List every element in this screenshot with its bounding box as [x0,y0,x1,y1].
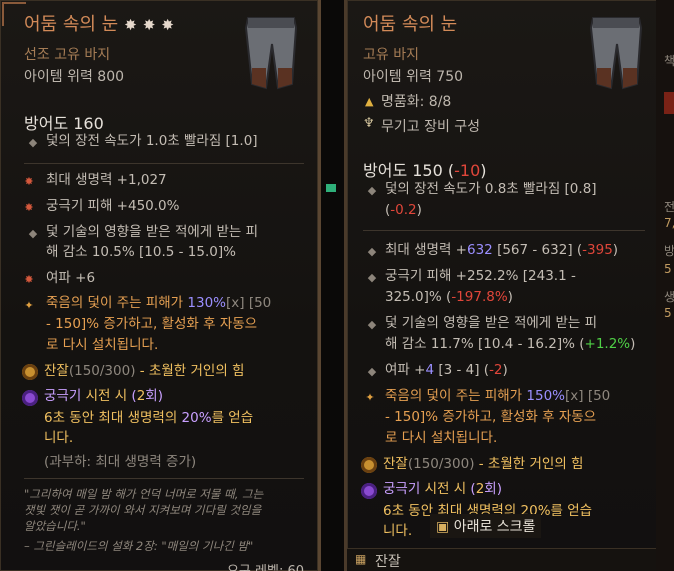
bullet-icon: ◆ [367,365,377,378]
rune-effect: 니다. [383,523,413,539]
pants-icon [244,17,298,90]
mouse-icon: ▣ [436,519,450,535]
bullet-icon: ◆ [28,227,38,240]
edge-marker [664,92,674,114]
affix-line: 325.0]% (-197.8%) [385,289,513,305]
implicit-affix: (-0.2) [385,202,422,218]
frame-corner [2,2,26,26]
unique-power: 죽음의 덫이 주는 피해가 150%[x] [50 [385,388,611,404]
affix-line: 최대 생명력 +632 [567 - 632] (-395) [385,242,619,258]
footer-label: 잔잘 [375,554,401,570]
implicit-affix: 덫의 장전 속도가 0.8초 빨라짐 [0.8] [385,181,597,197]
rune-socket-icon [361,457,377,473]
flavor-text: 잿빛 잿이 곧 가까이 와서 지켜보며 기다릴 것임을 [24,503,262,517]
star-icon: ✸ [124,16,137,34]
affix-line: 해 감소 10.5% [10.5 - 15.0]% [46,244,236,260]
panel-gap [320,0,342,571]
flavor-text: "그리하여 매일 밤 해가 언덕 너머로 저물 때, 그는 [24,487,264,501]
bullet-icon: ✸ [24,201,34,214]
side-panel-edge: 책 전 7, 방 5 생 5 [656,0,674,571]
rune-line: 잔잘(150/300) - 초월한 거인의 힘 [44,363,245,379]
edge-text: 책 [664,54,674,68]
item-name: 어둠 속의 눈 ✸ ✸ ✸ [24,14,174,35]
edge-text: 5 [664,262,672,276]
flavor-text: 알았습니다." [24,519,86,533]
bullet-icon: ✸ [24,175,34,188]
unique-bullet-icon: ✦ [365,391,375,404]
rune-effect: 니다. [44,430,74,446]
masterwork-icon: ▲ [365,95,374,108]
rune-effect: 6초 동안 최대 생명력의 20%를 얻습 [44,410,254,426]
required-level: 요구 레벨: 60 [227,560,304,571]
affix-line: 최대 생명력 +1,027 [46,172,167,188]
rune-line: 궁극기 시전 시 (2회) [44,388,163,404]
armor-value: 방어도 150 (-10) [363,161,487,180]
unique-bullet-icon: ✦ [24,299,34,312]
scroll-down-hint[interactable]: ▣ 아래로 스크롤 [430,514,542,538]
rune-socket-icon [22,390,38,406]
armory-icon: ♆ [363,116,375,131]
divider [24,163,304,164]
unique-power: 죽음의 덫이 주는 피해가 130%[x] [50 [46,295,272,311]
star-icon: ✸ [161,16,174,34]
implicit-affix: 덫의 장전 속도가 1.0초 빨라짐 [1.0] [46,133,258,149]
compare-item-tooltip: 어둠 속의 눈 고유 바지 아이템 위력 750 ▲ 명품화: 8/8 ♆ 무기… [344,0,660,571]
affix-line: 궁극기 피해 +450.0% [46,198,180,214]
overflow-note: (과부하: 최대 생명력 증가) [44,454,197,470]
star-icon: ✸ [142,16,156,34]
affix-line: 여파 +4 [3 - 4] (-2) [385,362,508,378]
bullet-icon: ◆ [367,318,377,331]
equipped-item-tooltip: 어둠 속의 눈 ✸ ✸ ✸ 선조 고유 바지 아이템 위력 800 방어도 160 ◆… [0,0,321,571]
edge-text: 방 [664,244,674,258]
armory-loadout: 무기고 장비 구성 [381,119,481,135]
footer-bar: ▦ 잔잘 [347,548,657,571]
edge-text: 5 [664,306,672,320]
flavor-source: – 그린슬레이드의 설화 2장: "매일의 기나긴 밤" [24,539,254,553]
compare-indicator [326,184,336,192]
affix-line: 해 감소 11.7% [10.4 - 16.2]% (+1.2%) [385,336,636,352]
divider [24,478,304,479]
bullet-icon: ◆ [367,184,377,197]
unique-power: 로 다시 설치됩니다. [46,337,159,353]
rune-line: 잔잘(150/300) - 초월한 거인의 힘 [383,456,584,472]
affix-line: 덫 기술의 영향을 받은 적에게 받는 피 [46,224,259,240]
masterwork-rank: 명품화: 8/8 [381,94,452,110]
affix-line: 여파 +6 [46,270,96,286]
item-name: 어둠 속의 눈 [363,14,458,35]
edge-text: 전 [664,200,674,214]
affix-line: 덫 기술의 영향을 받은 적에게 받는 피 [385,315,598,331]
pants-icon [589,17,643,90]
unique-power: 로 다시 설치됩니다. [385,430,498,446]
bullet-icon: ◆ [367,271,377,284]
edge-text: 생 [664,290,674,304]
rune-line: 궁극기 시전 시 (2회) [383,481,502,497]
rune-socket-icon [22,364,38,380]
item-type: 선조 고유 바지 [24,47,111,63]
bullet-icon: ◆ [367,245,377,258]
divider [363,230,645,231]
bullet-icon: ◆ [28,136,38,149]
rune-socket-icon [361,483,377,499]
bullet-icon: ✸ [24,273,34,286]
edge-text: 7, [664,216,674,230]
item-power: 아이템 위력 800 [24,69,125,85]
item-type: 고유 바지 [363,47,419,63]
affix-line: 궁극기 피해 +252.2% [243.1 - [385,268,576,284]
unique-power: - 150]% 증가하고, 활성화 후 자동으 [385,409,597,425]
item-power: 아이템 위력 750 [363,69,464,85]
socket-icon: ▦ [355,552,367,566]
unique-power: - 150]% 증가하고, 활성화 후 자동으 [46,316,258,332]
